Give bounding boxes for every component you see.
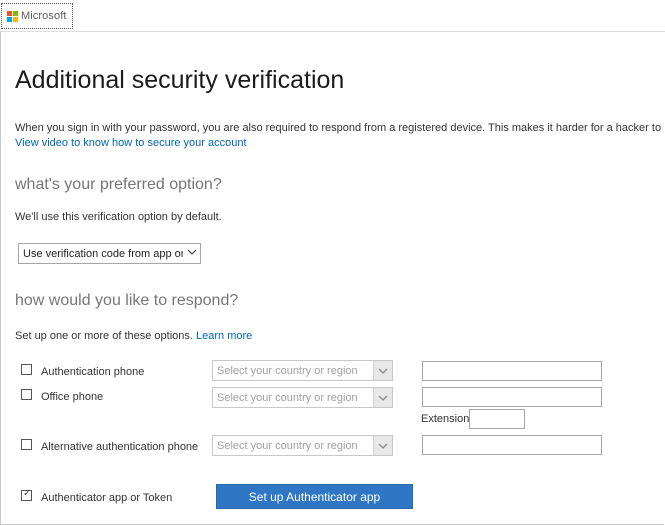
page-title: Additional security verification [15, 66, 345, 94]
authentication-phone-country-select[interactable]: Select your country or region [212, 360, 393, 381]
office-phone-input[interactable] [422, 387, 602, 407]
logo-square-red [7, 10, 12, 16]
country-placeholder: Select your country or region [217, 364, 358, 377]
intro-text: When you sign in with your password, you… [15, 122, 662, 134]
authenticator-app-checkbox[interactable] [21, 488, 32, 501]
logo-square-yellow [13, 16, 18, 22]
respond-description-text: Set up one or more of these options. [15, 330, 193, 342]
authentication-phone-label: Authentication phone [41, 366, 145, 378]
logo-text: Microsoft [21, 10, 67, 22]
learn-more-link[interactable]: Learn more [196, 330, 252, 342]
preferred-option-description: We'll use this verification option by de… [15, 211, 222, 223]
authentication-phone-checkbox[interactable] [21, 364, 32, 375]
setup-authenticator-button[interactable]: Set up Authenticator app [216, 484, 413, 509]
chevron-down-icon [187, 247, 197, 260]
extension-input[interactable] [469, 409, 525, 429]
authenticator-app-label: Authenticator app or Token [41, 492, 173, 504]
logo-square-blue [7, 16, 12, 22]
office-phone-label: Office phone [41, 391, 104, 403]
alternative-phone-label: Alternative authentication phone [41, 441, 199, 453]
chevron-down-icon [373, 436, 392, 455]
respond-heading: how would you like to respond? [15, 292, 239, 309]
preferred-option-select[interactable]: Use verification code from app or token [18, 243, 201, 264]
top-bar: Microsoft [0, 0, 665, 32]
authentication-phone-input[interactable] [422, 361, 602, 381]
office-phone-country-select[interactable]: Select your country or region [212, 387, 393, 408]
office-phone-checkbox[interactable] [21, 389, 32, 400]
alternative-phone-input[interactable] [422, 435, 602, 455]
microsoft-logo-icon [7, 10, 18, 22]
country-placeholder: Select your country or region [217, 391, 358, 404]
preferred-option-value: Use verification code from app or token [23, 247, 183, 260]
chevron-down-icon [373, 388, 392, 407]
country-placeholder: Select your country or region [217, 439, 358, 452]
preferred-option-heading: what's your preferred option? [15, 176, 222, 193]
alternative-phone-checkbox[interactable] [21, 439, 32, 450]
chevron-down-icon [373, 361, 392, 380]
respond-description: Set up one or more of these options. Lea… [15, 330, 252, 342]
alternative-phone-country-select[interactable]: Select your country or region [212, 435, 393, 456]
extension-label: Extension [421, 413, 470, 425]
video-link[interactable]: View video to know how to secure your ac… [15, 137, 247, 149]
logo-square-green [13, 10, 18, 16]
microsoft-logo[interactable]: Microsoft [1, 3, 73, 29]
